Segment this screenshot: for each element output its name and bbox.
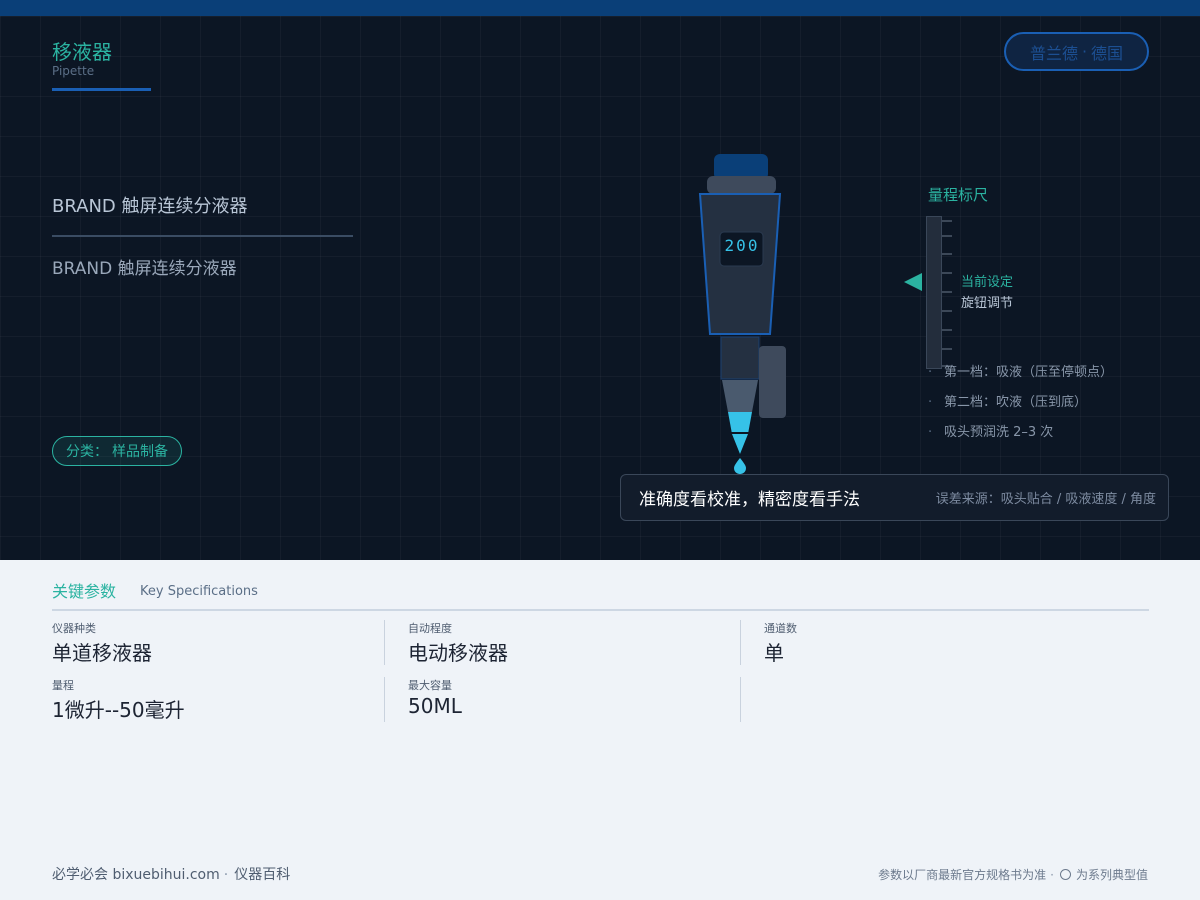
pipette-shaft: [720, 336, 760, 380]
tip-detail: 误差来源：吸头贴合 / 吸液速度 / 角度: [935, 492, 1156, 507]
spec-item: 通道数 单: [764, 620, 797, 666]
spec-item: 量程 1微升--50毫升: [52, 677, 185, 723]
page-title: 移液器: [52, 40, 112, 64]
footer-disclaimer: 参数以厂商最新官方规格书为准 · 为系列典型值: [878, 866, 1148, 883]
usage-note: · 第二档：吹液（压到底）: [928, 395, 1088, 410]
scale-track: [926, 216, 942, 369]
category-value: 样品制备: [112, 444, 168, 460]
usage-note: · 吸头预润洗 2–3 次: [928, 425, 1054, 440]
spec-item: 最大容量 50ML: [408, 677, 462, 718]
spec-value: 1微升--50毫升: [52, 698, 185, 722]
spec-column-divider: [740, 620, 741, 665]
spec-label: 最大容量: [408, 679, 452, 692]
spec-item: 仪器种类 单道移液器: [52, 620, 152, 666]
usage-note: · 第一档：吸液（压至停顿点）: [928, 365, 1114, 380]
brand-name: 普兰德: [1029, 43, 1078, 63]
brand-country: 德国: [1091, 43, 1124, 63]
bullet-icon: ·: [928, 365, 933, 380]
tip-upper: [722, 380, 758, 412]
brand-badge[interactable]: 普兰德 · 德国: [1004, 32, 1149, 71]
volume-display-value: 200: [725, 236, 760, 255]
spec-value: 50ML: [408, 694, 462, 718]
scale-ticks: [942, 220, 952, 367]
title-underline: [52, 88, 151, 91]
product-model: BRAND 触屏连续分液器: [52, 259, 237, 279]
spec-value: 电动移液器: [408, 641, 508, 665]
scale-pointer-icon[interactable]: [904, 273, 922, 291]
bullet-icon: ·: [928, 425, 933, 440]
current-setting-label: 当前设定: [961, 275, 1014, 290]
scale-title: 量程标尺: [928, 186, 989, 204]
product-name: BRAND 触屏连续分液器: [52, 196, 248, 217]
page-subtitle: Pipette: [52, 64, 95, 78]
spec-column-divider: [384, 620, 385, 665]
top-bar: [0, 0, 1200, 16]
specs-divider: [52, 609, 1149, 611]
spec-label: 自动程度: [408, 622, 452, 635]
knob-adjust-label: 旋钮调节: [961, 296, 1014, 311]
footer-section-link[interactable]: 仪器百科: [234, 867, 290, 883]
pipette-illustration: 200: [698, 154, 786, 474]
spec-item: 自动程度 电动移液器: [408, 620, 508, 666]
spec-label: 仪器种类: [52, 622, 96, 635]
footer-legend: 为系列典型值: [1075, 868, 1148, 882]
category-badge[interactable]: 分类： 样品制备: [52, 436, 182, 466]
footer-site-info: 必学必会 bixuebihui.com · 仪器百科: [52, 864, 290, 884]
footer-note: 参数以厂商最新官方规格书为准: [878, 868, 1047, 882]
tip-ejector: [759, 346, 786, 418]
product-divider: [52, 235, 353, 237]
tip-callout: 准确度看校准，精密度看手法 误差来源：吸头贴合 / 吸液速度 / 角度: [620, 474, 1169, 521]
brand-separator: ·: [1081, 42, 1088, 61]
tip-headline: 准确度看校准，精密度看手法: [639, 490, 860, 510]
specs-title: 关键参数: [52, 582, 117, 601]
spec-value: 单: [764, 641, 784, 665]
spec-label: 量程: [52, 679, 74, 692]
spec-value: 单道移液器: [52, 641, 152, 665]
spec-label: 通道数: [764, 622, 797, 635]
usage-notes: · 第一档：吸液（压至停顿点） · 第二档：吹液（压到底） · 吸头预润洗 2–3 次: [928, 364, 1113, 454]
footer-site-link[interactable]: 必学必会 bixuebihui.com: [52, 867, 220, 883]
footer-separator: ·: [1050, 867, 1054, 882]
spec-column-divider: [740, 677, 741, 722]
plunger-collar: [707, 176, 776, 194]
footer-separator: ·: [223, 867, 229, 883]
circle-icon: [1059, 869, 1071, 880]
bullet-icon: ·: [928, 395, 933, 410]
spec-column-divider: [384, 677, 385, 722]
specs-subtitle: Key Specifications: [140, 584, 258, 599]
category-label: 分类：: [66, 444, 108, 460]
